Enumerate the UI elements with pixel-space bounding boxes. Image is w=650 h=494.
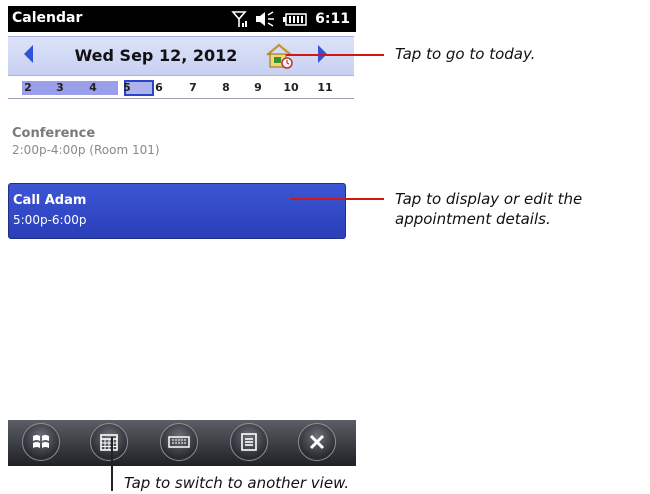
- battery-icon: [283, 12, 307, 26]
- day-cell[interactable]: 7: [181, 81, 205, 94]
- appointment-time: 5:00p-6:00p: [13, 213, 87, 227]
- callout-line-today: [286, 54, 384, 56]
- week-day-strip: 2 3 4 5 6 7 8 9 10 11: [8, 78, 354, 99]
- keyboard-button[interactable]: [160, 423, 198, 461]
- signal-icon: [231, 11, 248, 27]
- today-icon[interactable]: [264, 42, 294, 70]
- app-title: Calendar: [12, 10, 83, 26]
- status-icons: 6:11: [231, 9, 350, 29]
- status-bar: Calendar 6:11: [8, 6, 356, 32]
- day-cell[interactable]: 4: [81, 81, 105, 94]
- callout-switch-view: Tap to switch to another view.: [124, 474, 350, 492]
- callout-appointment: Tap to display or edit the appointment d…: [395, 190, 583, 228]
- date-title[interactable]: Wed Sep 12, 2012: [66, 46, 246, 65]
- clock: 6:11: [315, 11, 350, 27]
- day-cell[interactable]: 2: [16, 81, 40, 94]
- calendar-screen: Wed Sep 12, 2012 2 3 4 5 6 7 8 9 10 11 C…: [8, 32, 356, 420]
- appointment-title: Call Adam: [13, 193, 87, 208]
- keyboard-icon: [168, 436, 190, 448]
- soft-key-bar: [8, 420, 356, 466]
- day-cell[interactable]: 9: [246, 81, 270, 94]
- phone-screen: Calendar 6:11 Wed Sep 12, 2012 2 3 4 5 6…: [8, 6, 356, 466]
- start-button[interactable]: [22, 423, 60, 461]
- callout-line-appointment: [290, 198, 384, 200]
- day-cell[interactable]: 11: [313, 81, 337, 94]
- volume-icon: [256, 11, 275, 27]
- callout-today: Tap to go to today.: [395, 45, 536, 63]
- calendar-view-icon: [100, 434, 118, 451]
- callout-line-switch-view: [111, 437, 113, 491]
- appointment-conference[interactable]: Conference 2:00p-4:00p (Room 101): [12, 126, 342, 157]
- day-cell[interactable]: 5: [115, 81, 139, 94]
- menu-button[interactable]: [230, 423, 268, 461]
- day-cell[interactable]: 3: [48, 81, 72, 94]
- appointment-title: Conference: [12, 126, 96, 141]
- day-cell[interactable]: 6: [147, 81, 171, 94]
- day-cell[interactable]: 10: [279, 81, 303, 94]
- menu-icon: [241, 433, 257, 451]
- windows-start-icon: [33, 435, 49, 448]
- day-cell[interactable]: 8: [214, 81, 238, 94]
- close-button[interactable]: [298, 423, 336, 461]
- date-navigation-bar: Wed Sep 12, 2012: [8, 36, 354, 76]
- switch-view-button[interactable]: [90, 423, 128, 461]
- appointment-time: 2:00p-4:00p (Room 101): [12, 143, 160, 157]
- previous-day-arrow-icon[interactable]: [24, 45, 33, 63]
- close-icon: [309, 434, 325, 450]
- appointment-call-adam[interactable]: Call Adam 5:00p-6:00p: [8, 183, 346, 239]
